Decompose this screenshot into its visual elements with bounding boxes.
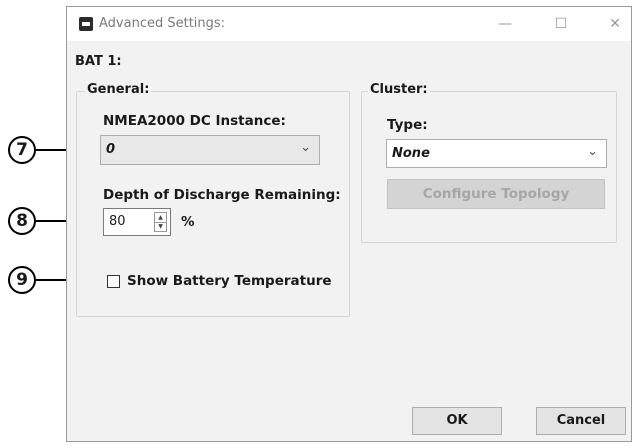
cluster-type-dropdown[interactable]: None ⌄ [386, 139, 607, 168]
spin-arrows: ▲ ▼ [154, 212, 167, 232]
cluster-type-value: None [392, 146, 430, 161]
maximize-button[interactable]: ☐ [541, 12, 581, 36]
ok-button[interactable]: OK [412, 407, 502, 435]
dc-instance-label: NMEA2000 DC Instance: [103, 113, 286, 129]
configure-topology-button[interactable]: Configure Topology [387, 179, 605, 209]
section-title: BAT 1: [75, 54, 122, 69]
general-legend: General: [85, 82, 152, 97]
dod-label: Depth of Discharge Remaining: [103, 187, 341, 203]
chevron-down-icon: ⌄ [300, 140, 311, 155]
callout-8: 8 [8, 207, 36, 235]
dc-instance-value: 0 [106, 142, 116, 157]
show-temp-checkbox[interactable] [107, 275, 120, 288]
cluster-legend: Cluster: [368, 82, 430, 97]
callout-9: 9 [8, 266, 36, 294]
show-temp-label[interactable]: Show Battery Temperature [127, 273, 332, 289]
window-title: Advanced Settings: [99, 16, 226, 31]
dod-value: 80 [109, 214, 126, 229]
dc-instance-dropdown[interactable]: 0 ⌄ [100, 135, 320, 165]
cancel-button[interactable]: Cancel [536, 407, 626, 435]
callout-7: 7 [8, 136, 36, 164]
chevron-down-icon: ⌄ [587, 144, 598, 159]
cluster-type-label: Type: [387, 117, 428, 133]
app-icon [79, 17, 93, 31]
minimize-button[interactable]: — [485, 12, 525, 36]
dod-unit: % [181, 214, 195, 230]
advanced-settings-dialog: Advanced Settings: — ☐ ✕ BAT 1: General:… [66, 6, 632, 442]
dod-spinbox[interactable]: 80 ▲ ▼ [103, 208, 171, 236]
triangle-down-icon[interactable]: ▼ [155, 222, 166, 231]
title-bar: Advanced Settings: — ☐ ✕ [67, 7, 631, 41]
close-button[interactable]: ✕ [595, 12, 635, 36]
